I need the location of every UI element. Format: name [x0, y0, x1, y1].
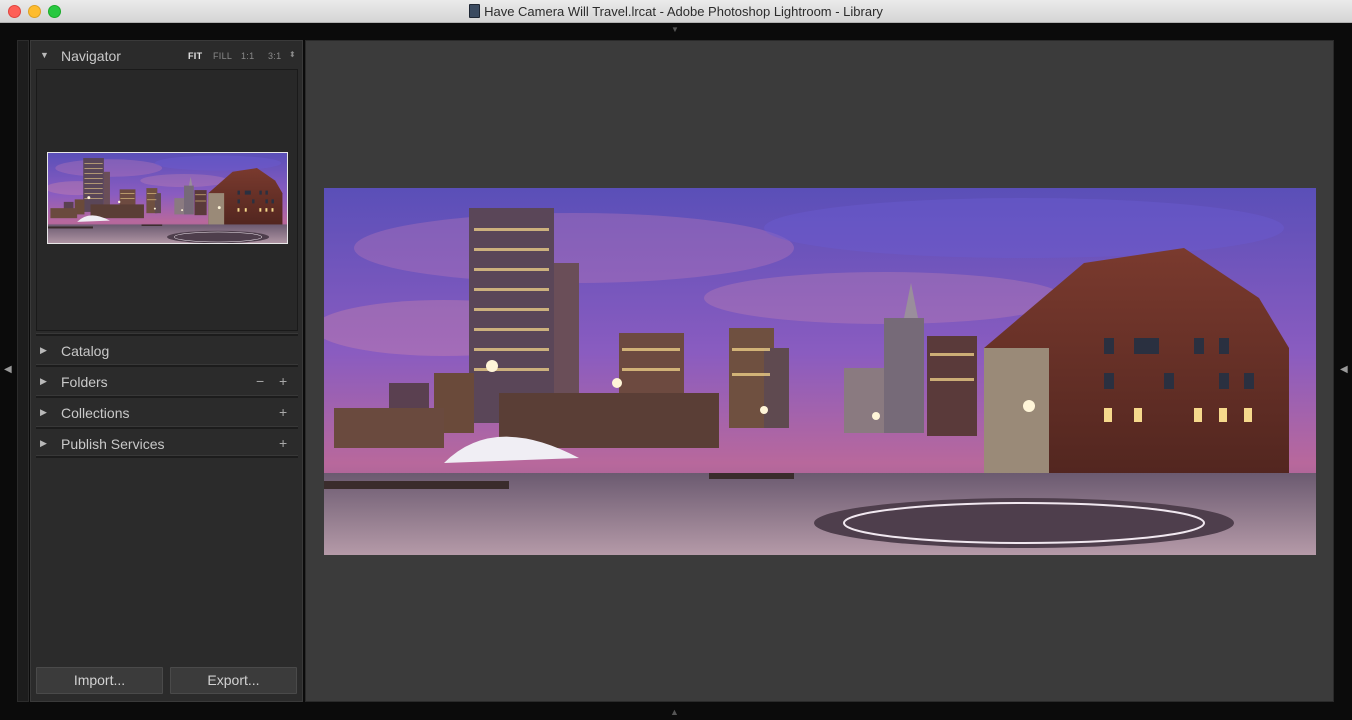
publish-services-label: Publish Services: [61, 436, 165, 452]
left-panel: ▼ Navigator FIT FILL 1:1 3:1 ⬍ ▶ Catalog…: [30, 40, 303, 702]
top-panel-toggle-icon[interactable]: ▼: [671, 25, 679, 34]
title-bar: Have Camera Will Travel.lrcat - Adobe Ph…: [0, 0, 1352, 23]
triangle-right-icon: ▶: [40, 376, 47, 386]
import-button[interactable]: Import...: [36, 667, 163, 694]
triangle-right-icon: ▶: [40, 407, 47, 417]
loupe-view[interactable]: [305, 40, 1334, 702]
window-title: Have Camera Will Travel.lrcat - Adobe Ph…: [484, 4, 883, 19]
right-panel-toggle-icon[interactable]: ◀: [1340, 364, 1348, 375]
navigator-header[interactable]: ▼ Navigator FIT FILL 1:1 3:1 ⬍: [31, 41, 304, 71]
collections-header[interactable]: ▶ Collections +: [31, 398, 304, 428]
add-collection-button[interactable]: +: [279, 404, 287, 420]
left-panel-toggle-icon[interactable]: ◀: [4, 364, 12, 375]
triangle-right-icon: ▶: [40, 438, 47, 448]
navigator-preview[interactable]: [36, 69, 298, 331]
section-divider: [36, 455, 298, 458]
folders-header[interactable]: ▶ Folders − +: [31, 367, 304, 397]
triangle-down-icon: ▼: [40, 50, 49, 60]
catalog-label: Catalog: [61, 343, 110, 359]
photo-image: [324, 188, 1316, 555]
window-title-container: Have Camera Will Travel.lrcat - Adobe Ph…: [0, 4, 1352, 19]
navigator-thumbnail[interactable]: [47, 152, 288, 244]
remove-folder-button[interactable]: −: [256, 373, 264, 389]
navigator-label: Navigator: [61, 48, 121, 64]
zoom-3-1-button[interactable]: 3:1: [268, 51, 281, 61]
add-publish-service-button[interactable]: +: [279, 435, 287, 451]
export-button[interactable]: Export...: [170, 667, 297, 694]
thumbnail-image: [48, 153, 287, 243]
zoom-fill-button[interactable]: FILL: [213, 51, 232, 61]
zoom-stepper-icon[interactable]: ⬍: [289, 50, 296, 59]
document-icon: [469, 4, 481, 18]
folders-label: Folders: [61, 374, 108, 390]
collections-label: Collections: [61, 405, 130, 421]
triangle-right-icon: ▶: [40, 345, 47, 355]
filmstrip-toggle-icon[interactable]: ▲: [670, 707, 679, 717]
zoom-1-1-button[interactable]: 1:1: [241, 51, 254, 61]
add-folder-button[interactable]: +: [279, 373, 287, 389]
zoom-fit-button[interactable]: FIT: [188, 51, 202, 61]
left-panel-edge: [17, 40, 29, 702]
main-photo[interactable]: [324, 188, 1316, 555]
catalog-header[interactable]: ▶ Catalog: [31, 336, 304, 366]
